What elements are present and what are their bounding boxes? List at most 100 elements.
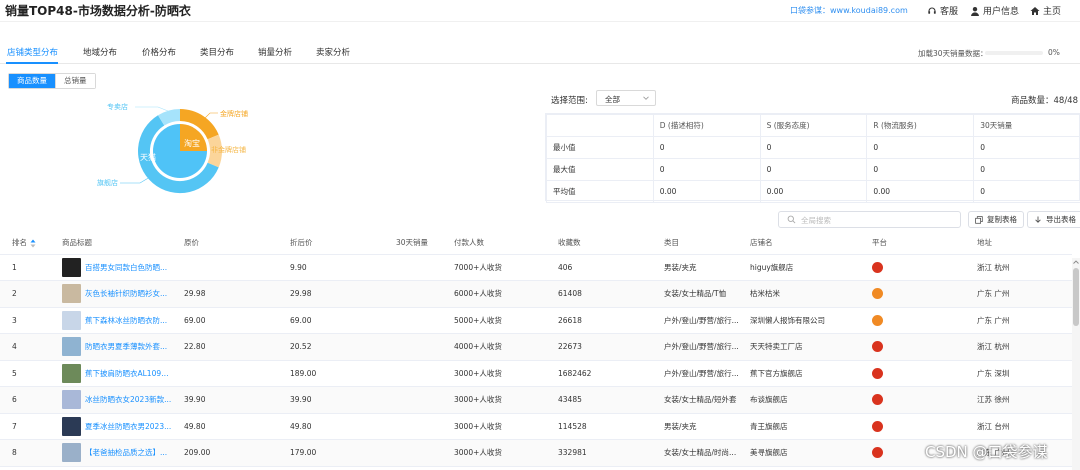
product-thumbnail[interactable] — [62, 390, 81, 410]
cell-platform — [860, 413, 965, 440]
service-button[interactable]: 客服 — [927, 4, 958, 17]
shop-type-donut-chart: 淘宝 天猫 金牌店铺 非金牌店铺 旗舰店 专卖店 — [97, 102, 248, 194]
cell-payers: 4000+人收货 — [442, 333, 546, 361]
table-row[interactable]: 5 蕉下披肩防晒衣AL109女... 189.00 3000+人收货 1682462 户外… — [0, 360, 1072, 387]
taobao-platform-icon — [872, 288, 883, 300]
table-row[interactable]: 6 冰丝防晒衣女2023新款... 39.90 39.90 3000+人收货 43485 女… — [0, 386, 1072, 414]
cell-payers: 6000+人收货 — [442, 280, 546, 308]
table-row[interactable]: 3 蕉下森林冰丝防晒衣防... 69.00 69.00 5000+人收货 26618 户外/… — [0, 307, 1072, 334]
page-title: 销量TOP48-市场数据分析-防晒衣 — [5, 4, 191, 18]
global-search-input[interactable]: 全局搜索 — [778, 211, 961, 228]
cell-title: 冰丝防晒衣女2023新款... — [50, 386, 172, 414]
tab-sales[interactable]: 销量分析 — [258, 46, 292, 58]
koudai-link[interactable]: 口袋参谋：www.koudai89.com — [790, 5, 908, 16]
cell-category: 男装/夹克 — [652, 413, 738, 440]
header-shop[interactable]: 店铺名 — [738, 232, 860, 255]
cell-30day-sales — [384, 386, 442, 414]
product-title-link[interactable]: 冰丝防晒衣女2023新款... — [85, 394, 171, 405]
cell-address: 广东 深圳 — [965, 360, 1072, 387]
scroll-up-icon[interactable] — [1072, 258, 1080, 266]
sort-icon[interactable] — [30, 239, 36, 248]
product-cell: 防晒衣男夏季薄款外套... — [62, 337, 172, 357]
cell-shop: 美寻旗舰店 — [738, 439, 860, 467]
cell-orig-price: 22.80 — [172, 333, 278, 361]
cell-30day-sales — [384, 413, 442, 440]
table-body: 1 百搭男女同款白色防晒... 9.90 7000+人收货 406 男装/夹克 higuy旗… — [0, 254, 1072, 467]
toggle-product-count[interactable]: 商品数量 — [9, 74, 55, 88]
copy-table-label: 复制表格 — [987, 215, 1017, 224]
header-address[interactable]: 地址 — [965, 232, 1072, 255]
tab-region[interactable]: 地域分布 — [83, 46, 117, 58]
product-title-link[interactable]: 灰色长袖针织防晒衫女... — [85, 288, 167, 299]
cell-title: 灰色长袖针织防晒衫女... — [50, 280, 172, 308]
tab-category[interactable]: 类目分布 — [200, 46, 234, 58]
user-info-label: 用户信息 — [983, 7, 1020, 17]
table-row[interactable]: 4 防晒衣男夏季薄款外套... 22.80 20.52 4000+人收货 22673 户外/… — [0, 333, 1072, 361]
header-title[interactable]: 商品标题 — [50, 232, 172, 255]
stats-cell: 0 — [866, 158, 975, 181]
product-thumbnail[interactable] — [62, 443, 81, 463]
product-title-link[interactable]: 【老爸抽检品质之选】... — [85, 447, 167, 458]
cell-rank: 6 — [0, 386, 50, 414]
home-button[interactable]: 主页 — [1030, 4, 1061, 17]
table-row[interactable]: 8 【老爸抽检品质之选】... 209.00 179.00 3000+人收货 332981… — [0, 439, 1072, 467]
scrollbar-thumb[interactable] — [1073, 268, 1079, 326]
product-title-link[interactable]: 蕉下披肩防晒衣AL109女... — [85, 368, 172, 379]
product-cell: 【老爸抽检品质之选】... — [62, 443, 172, 463]
table-row[interactable]: 1 百搭男女同款白色防晒... 9.90 7000+人收货 406 男装/夹克 higuy旗… — [0, 254, 1072, 281]
product-title-link[interactable]: 百搭男女同款白色防晒... — [85, 262, 167, 273]
stats-header-row: D (描述相符) S (服务态度) R (物流服务) 30天销量 — [546, 114, 1080, 137]
product-title-link[interactable]: 防晒衣男夏季薄款外套... — [85, 341, 167, 352]
cell-address: 广东 广州 — [965, 307, 1072, 334]
tmall-platform-icon — [872, 420, 883, 432]
product-thumbnail[interactable] — [62, 416, 81, 436]
product-thumbnail[interactable] — [62, 337, 81, 357]
product-thumbnail[interactable] — [62, 310, 81, 330]
tab-shop-type[interactable]: 店铺类型分布 — [7, 46, 58, 58]
cell-disc-price: 29.98 — [278, 280, 384, 308]
product-title-link[interactable]: 蕉下森林冰丝防晒衣防... — [85, 315, 167, 326]
cell-favorites: 114528 — [546, 413, 652, 440]
header-category[interactable]: 类目 — [652, 232, 738, 255]
table-row[interactable]: 7 夏季冰丝防晒衣男2023... 49.80 49.80 3000+人收货 114528… — [0, 413, 1072, 440]
product-thumbnail[interactable] — [62, 257, 81, 277]
header-30day-sales[interactable]: 30天销量 — [384, 232, 442, 255]
user-info-button[interactable]: 用户信息 — [970, 4, 1019, 17]
copy-table-button[interactable]: 复制表格 — [968, 211, 1024, 228]
cell-favorites: 1682462 — [546, 360, 652, 387]
cell-payers: 3000+人收货 — [442, 386, 546, 414]
cell-category: 户外/登山/野营/旅行... — [652, 360, 738, 387]
inner-label-tmall: 天猫 — [140, 152, 156, 162]
stats-header-cell — [546, 114, 654, 137]
cell-30day-sales — [384, 307, 442, 334]
header-disc-price[interactable]: 折后价 — [278, 232, 384, 255]
header-rank[interactable]: 排名 — [0, 232, 50, 255]
cell-category: 女装/女士精品/T恤 — [652, 280, 738, 308]
toggle-total-sales[interactable]: 总销量 — [55, 74, 95, 88]
header-payers[interactable]: 付款人数 — [442, 232, 546, 255]
cell-orig-price: 39.90 — [172, 386, 278, 414]
leader-line-qijian — [120, 176, 151, 184]
range-select[interactable]: 全部 — [596, 90, 656, 106]
tmall-platform-icon — [872, 341, 883, 353]
tab-price[interactable]: 价格分布 — [142, 46, 176, 58]
label-qijian-shop: 旗舰店 — [97, 178, 118, 187]
cell-title: 【老爸抽检品质之选】... — [50, 439, 172, 467]
cell-30day-sales — [384, 280, 442, 308]
tab-seller[interactable]: 卖家分析 — [316, 46, 350, 58]
cell-rank: 1 — [0, 254, 50, 281]
product-title-link[interactable]: 夏季冰丝防晒衣男2023... — [85, 421, 171, 432]
cell-30day-sales — [384, 254, 442, 281]
copy-icon — [975, 215, 983, 224]
cell-platform — [860, 333, 965, 361]
product-thumbnail[interactable] — [62, 284, 81, 304]
cell-category: 户外/登山/野营/旅行... — [652, 307, 738, 334]
table-row[interactable]: 2 灰色长袖针织防晒衫女... 29.98 29.98 6000+人收货 61408 女装/… — [0, 280, 1072, 308]
header-favorites[interactable]: 收藏数 — [546, 232, 652, 255]
export-table-button[interactable]: 导出表格 — [1027, 211, 1080, 228]
cell-platform — [860, 307, 965, 334]
stats-cell: 0 — [759, 136, 868, 159]
header-platform[interactable]: 平台 — [860, 232, 965, 255]
header-orig-price[interactable]: 原价 — [172, 232, 278, 255]
product-thumbnail[interactable] — [62, 363, 81, 383]
